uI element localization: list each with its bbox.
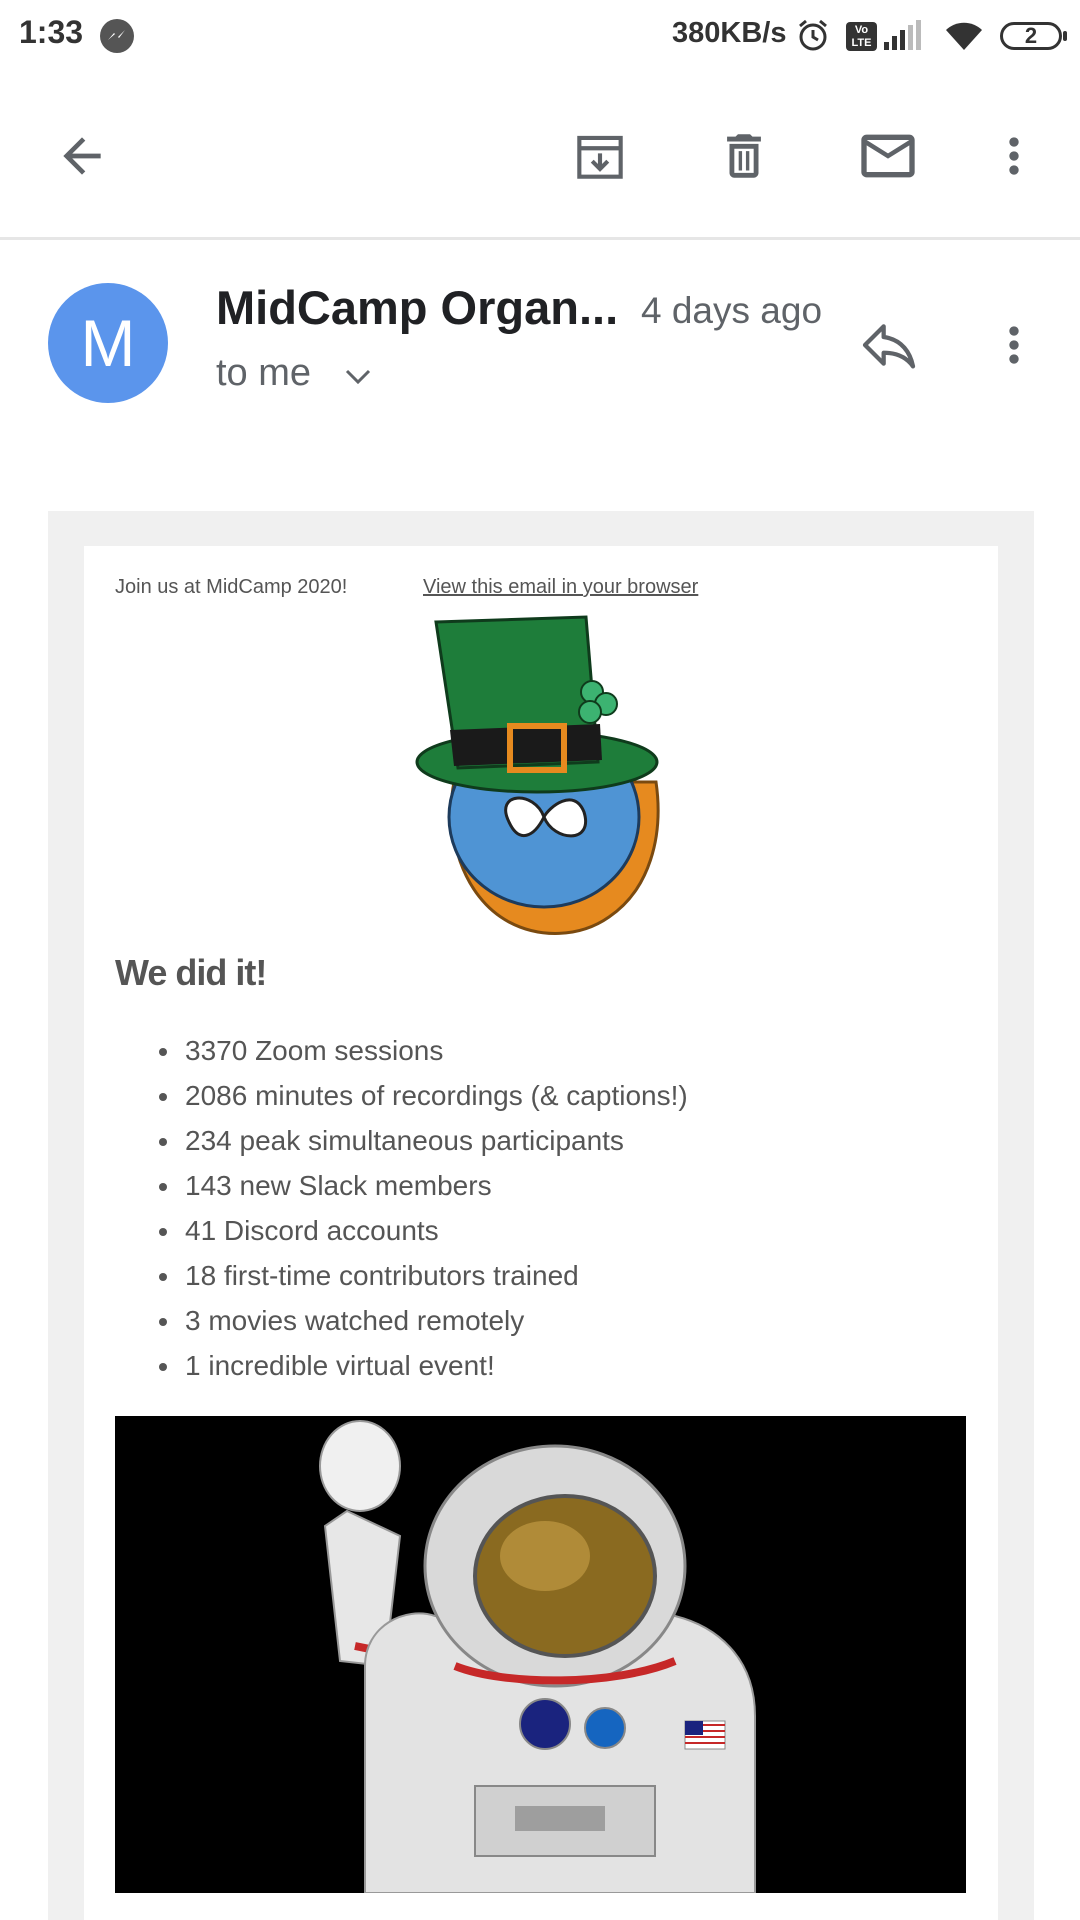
app-bar bbox=[0, 72, 1080, 240]
alarm-icon bbox=[796, 18, 830, 57]
headline: We did it! bbox=[115, 952, 267, 993]
reply-icon bbox=[862, 324, 916, 369]
sender-avatar[interactable]: M bbox=[48, 283, 168, 403]
signal-icon bbox=[882, 20, 926, 57]
more-vert-icon bbox=[1009, 326, 1019, 364]
arrow-left-icon bbox=[63, 137, 101, 175]
list-item: 143 new Slack members bbox=[159, 1163, 688, 1208]
list-item: 234 peak simultaneous participants bbox=[159, 1118, 688, 1163]
mark-unread-button[interactable] bbox=[852, 120, 924, 192]
network-speed: 380KB/s bbox=[672, 17, 787, 49]
more-options-button[interactable] bbox=[978, 120, 1050, 192]
archive-icon bbox=[577, 135, 623, 179]
view-in-browser-link[interactable]: View this email in your browser bbox=[423, 576, 698, 599]
preheader-text: Join us at MidCamp 2020! bbox=[115, 576, 348, 598]
more-vert-icon bbox=[1009, 137, 1019, 175]
list-item: 3370 Zoom sessions bbox=[159, 1028, 688, 1073]
delete-button[interactable] bbox=[708, 120, 780, 192]
list-item: 18 first-time contributors trained bbox=[159, 1253, 688, 1298]
list-item: 3 movies watched remotely bbox=[159, 1298, 688, 1343]
wifi-icon bbox=[944, 20, 984, 57]
message-more-button[interactable] bbox=[978, 306, 1050, 384]
leprechaun-drop-logo bbox=[415, 615, 660, 935]
chevron-down-icon[interactable] bbox=[344, 366, 372, 388]
astronaut-image bbox=[115, 1416, 966, 1893]
messenger-icon bbox=[100, 19, 134, 53]
reply-button[interactable] bbox=[850, 306, 928, 384]
list-item: 41 Discord accounts bbox=[159, 1208, 688, 1253]
delete-icon bbox=[727, 134, 761, 178]
back-button[interactable] bbox=[46, 120, 118, 192]
mail-icon bbox=[861, 134, 915, 178]
battery-icon: 2 bbox=[1000, 22, 1067, 50]
list-item: 1 incredible virtual event! bbox=[159, 1343, 688, 1388]
message-date: 4 days ago bbox=[641, 290, 823, 331]
battery-level: 2 bbox=[1024, 23, 1038, 48]
status-bar: 1:33 380KB/s Vo LTE 2 bbox=[0, 0, 1080, 72]
sender-name[interactable]: MidCamp Organ... bbox=[216, 280, 618, 335]
email-body: Join us at MidCamp 2020! View this email… bbox=[48, 511, 1034, 1920]
volte-icon: Vo LTE bbox=[846, 22, 877, 51]
list-item: 2086 minutes of recordings (& captions!) bbox=[159, 1073, 688, 1118]
archive-button[interactable] bbox=[564, 120, 636, 192]
status-time: 1:33 bbox=[19, 14, 84, 50]
stats-list: 3370 Zoom sessions 2086 minutes of recor… bbox=[159, 1028, 688, 1388]
email-content: Join us at MidCamp 2020! View this email… bbox=[84, 546, 998, 1920]
recipient-details[interactable]: to me bbox=[216, 352, 311, 395]
